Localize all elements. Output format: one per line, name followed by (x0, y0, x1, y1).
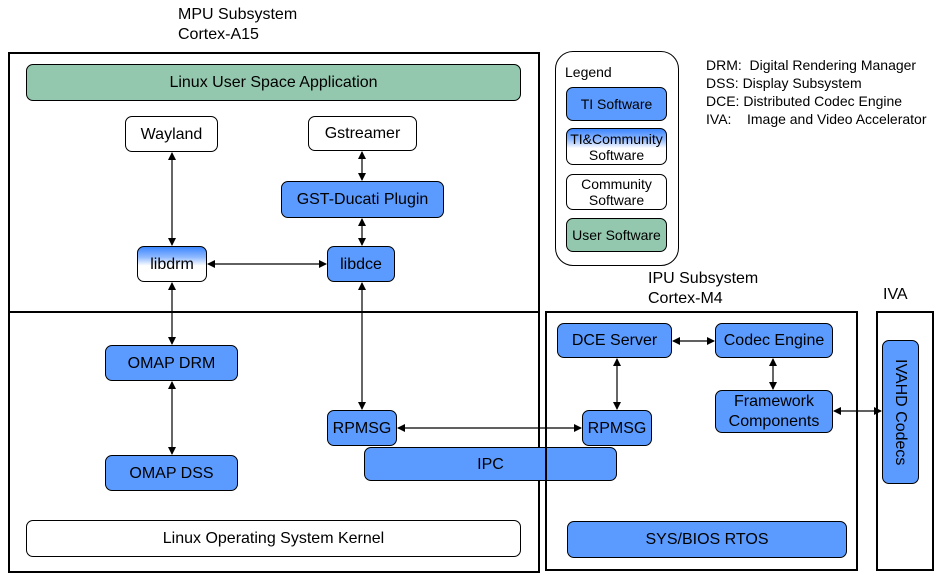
diagram: MPU Subsystem Cortex-A15 Linux User Spac… (0, 0, 939, 579)
connector-arrows (168, 151, 882, 455)
